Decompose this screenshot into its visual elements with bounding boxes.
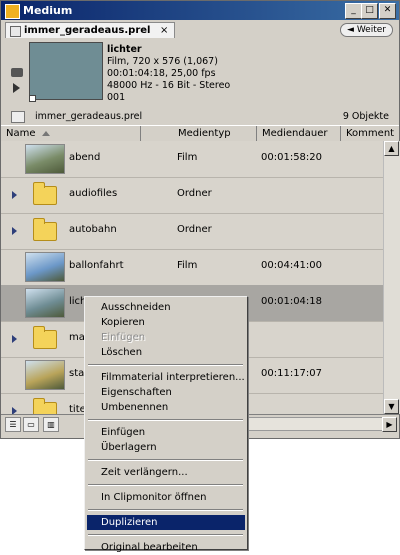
row-name: audiofiles xyxy=(69,188,118,199)
clip-duration: 00:01:04:18, 25,00 fps xyxy=(107,68,216,79)
menu-item-einfuegen-disabled: Einfügen xyxy=(101,332,146,343)
menu-item-ueberlagern[interactable]: Überlagern xyxy=(87,440,245,455)
maximize-button[interactable]: □ xyxy=(361,3,378,19)
menu-separator xyxy=(88,364,243,366)
context-menu: Ausschneiden Kopieren Einfügen Löschen Filmm… xyxy=(84,296,248,553)
menu-item-eigenschaften[interactable]: Eigenschaften xyxy=(87,385,245,400)
object-count: 9 Objekte xyxy=(342,111,389,122)
expand-triangle-icon[interactable] xyxy=(12,335,17,343)
expand-triangle-icon[interactable] xyxy=(12,191,17,199)
column-kommentar[interactable]: Komment xyxy=(341,126,399,141)
menu-item-ausschneiden[interactable]: Ausschneiden xyxy=(87,300,245,315)
folder-icon xyxy=(33,182,57,205)
row-name: autobahn xyxy=(69,224,117,235)
column-medientyp[interactable]: Medientyp xyxy=(173,126,257,141)
table-row[interactable]: ballonfahrt Film 00:04:41:00 xyxy=(1,249,383,286)
row-mediendauer: 00:11:17:07 xyxy=(261,368,323,379)
menu-separator xyxy=(88,419,243,421)
menu-item-zeit-verlaengern[interactable]: Zeit verlängern... xyxy=(87,465,245,480)
row-mediendauer: 00:01:58:20 xyxy=(261,152,323,163)
play-icon[interactable] xyxy=(13,83,20,93)
row-medientyp: Film xyxy=(177,260,198,271)
column-medientyp-label: Medientyp xyxy=(178,128,231,139)
film-thumbnail xyxy=(25,360,65,390)
clip-audio: 48000 Hz - 16 Bit - Stereo xyxy=(107,80,231,91)
menu-item-kopieren[interactable]: Kopieren xyxy=(87,315,245,330)
expand-triangle-icon[interactable] xyxy=(12,407,17,414)
folder-icon xyxy=(33,218,57,241)
project-file-icon xyxy=(10,26,21,37)
vertical-scrollbar[interactable]: ▲ ▼ xyxy=(383,141,400,414)
poster-frame-handle[interactable] xyxy=(29,95,36,102)
folder-up-icon[interactable] xyxy=(11,111,25,123)
tab-label: immer_geradeaus.prel xyxy=(24,25,151,36)
path-bar: immer_geradeaus.prel 9 Objekte xyxy=(1,108,399,125)
column-kommentar-label: Komment xyxy=(346,128,395,139)
folder-icon xyxy=(33,326,57,349)
row-medientyp: Ordner xyxy=(177,224,212,235)
preview-thumbnail xyxy=(29,42,103,100)
row-name: ballonfahrt xyxy=(69,260,124,271)
menu-item-in-clipmonitor-oeffnen[interactable]: In Clipmonitor öffnen xyxy=(87,490,245,505)
menu-separator xyxy=(88,509,243,511)
tab-close-icon[interactable]: × xyxy=(160,23,168,38)
menu-item-original-bearbeiten[interactable]: Original bearbeiten xyxy=(87,540,245,555)
film-thumbnail xyxy=(25,252,65,282)
column-name[interactable]: Name xyxy=(1,126,141,141)
row-medientyp: Film xyxy=(177,152,198,163)
weiter-button[interactable]: ◄ Weiter xyxy=(340,23,393,37)
clip-usage: 001 xyxy=(107,92,126,103)
table-row[interactable]: abend Film 00:01:58:20 xyxy=(1,141,383,178)
camera-icon[interactable] xyxy=(11,68,23,77)
film-thumbnail xyxy=(25,288,65,318)
menu-item-umbenennen[interactable]: Umbenennen xyxy=(87,400,245,415)
folder-icon xyxy=(33,398,57,414)
menu-item-duplizieren[interactable]: Duplizieren xyxy=(87,515,245,530)
menu-separator xyxy=(88,484,243,486)
window-title: Medium xyxy=(23,4,73,17)
film-thumbnail xyxy=(25,144,65,174)
column-name-label: Name xyxy=(6,128,36,139)
menu-item-loeschen[interactable]: Löschen xyxy=(87,345,245,360)
tab-project[interactable]: immer_geradeaus.prel × xyxy=(5,22,176,38)
expand-triangle-icon[interactable] xyxy=(12,227,17,235)
table-row[interactable]: autobahn Ordner xyxy=(1,213,383,250)
minimize-button[interactable]: _ xyxy=(345,3,362,19)
automate-icon[interactable]: ▥ xyxy=(43,417,59,432)
row-name: abend xyxy=(69,152,101,163)
icon-view-icon[interactable]: ▭ xyxy=(23,417,39,432)
tab-row: immer_geradeaus.prel × ◄ Weiter xyxy=(1,20,399,38)
column-header: Name Medientyp Mediendauer Komment xyxy=(1,125,399,142)
sort-ascending-icon xyxy=(41,130,50,136)
row-mediendauer: 00:04:41:00 xyxy=(261,260,323,271)
clip-format: Film, 720 x 576 (1,067) xyxy=(107,56,218,67)
app-icon xyxy=(5,4,20,19)
project-path: immer_geradeaus.prel xyxy=(35,111,143,122)
table-row[interactable]: audiofiles Ordner xyxy=(1,177,383,214)
title-bar[interactable]: Medium _ □ ✕ xyxy=(1,1,399,20)
clip-name: lichter xyxy=(107,44,142,55)
preview-area: lichter Film, 720 x 576 (1,067) 00:01:04… xyxy=(1,38,399,108)
menu-separator xyxy=(88,534,243,536)
menu-item-filmmaterial-interpretieren[interactable]: Filmmaterial interpretieren... xyxy=(87,370,245,385)
scroll-up-icon[interactable]: ▲ xyxy=(384,141,399,156)
row-mediendauer: 00:01:04:18 xyxy=(261,296,323,307)
scroll-right-icon[interactable]: ▶ xyxy=(382,417,397,432)
scroll-down-icon[interactable]: ▼ xyxy=(384,399,399,414)
list-view-icon[interactable]: ☰ xyxy=(5,417,21,432)
close-button[interactable]: ✕ xyxy=(379,3,396,19)
column-mediendauer-label: Mediendauer xyxy=(262,128,328,139)
menu-item-einfuegen[interactable]: Einfügen xyxy=(87,425,245,440)
column-mediendauer[interactable]: Mediendauer xyxy=(257,126,341,141)
weiter-arrow-icon: ◄ xyxy=(347,25,354,35)
row-medientyp: Ordner xyxy=(177,188,212,199)
menu-separator xyxy=(88,459,243,461)
weiter-label: Weiter xyxy=(356,25,386,35)
clip-info: lichter Film, 720 x 576 (1,067) 00:01:04… xyxy=(107,44,230,104)
